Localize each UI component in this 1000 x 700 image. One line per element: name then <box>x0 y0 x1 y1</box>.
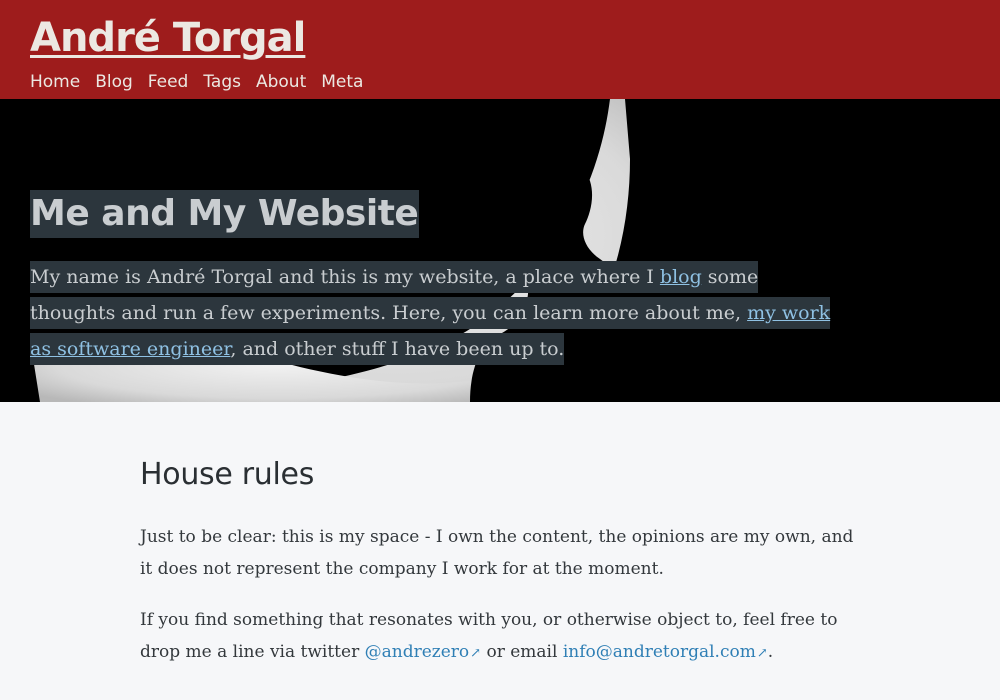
house-rules-paragraph-1: Just to be clear: this is my space - I o… <box>140 527 854 579</box>
nav-blog[interactable]: Blog <box>95 71 133 93</box>
main-content: House rules Just to be clear: this is my… <box>140 455 860 689</box>
nav-home[interactable]: Home <box>30 71 80 93</box>
hero-title: Me and My Website <box>30 190 420 238</box>
nav-about[interactable]: About <box>256 71 306 93</box>
house-rules-paragraph-2: If you find something that resonates wit… <box>140 610 838 662</box>
site-header: André Torgal Home Blog Feed Tags About M… <box>0 0 1000 99</box>
site-title-link[interactable]: André Torgal <box>30 12 306 64</box>
hero-intro: My name is André Torgal and this is my w… <box>30 259 840 367</box>
main-nav: Home Blog Feed Tags About Meta <box>30 71 363 93</box>
external-link-icon: ↗ <box>470 646 482 661</box>
nav-meta[interactable]: Meta <box>321 71 363 93</box>
nav-tags[interactable]: Tags <box>203 71 241 93</box>
email-link[interactable]: info@andretorgal.com↗ <box>563 642 768 662</box>
house-rules-heading: House rules <box>140 457 315 492</box>
nav-feed[interactable]: Feed <box>148 71 189 93</box>
twitter-link[interactable]: @andrezero↗ <box>365 642 481 662</box>
blog-link[interactable]: blog <box>660 266 702 288</box>
external-link-icon: ↗ <box>756 646 768 661</box>
hero-banner: Me and My Website My name is André Torga… <box>0 99 1000 402</box>
